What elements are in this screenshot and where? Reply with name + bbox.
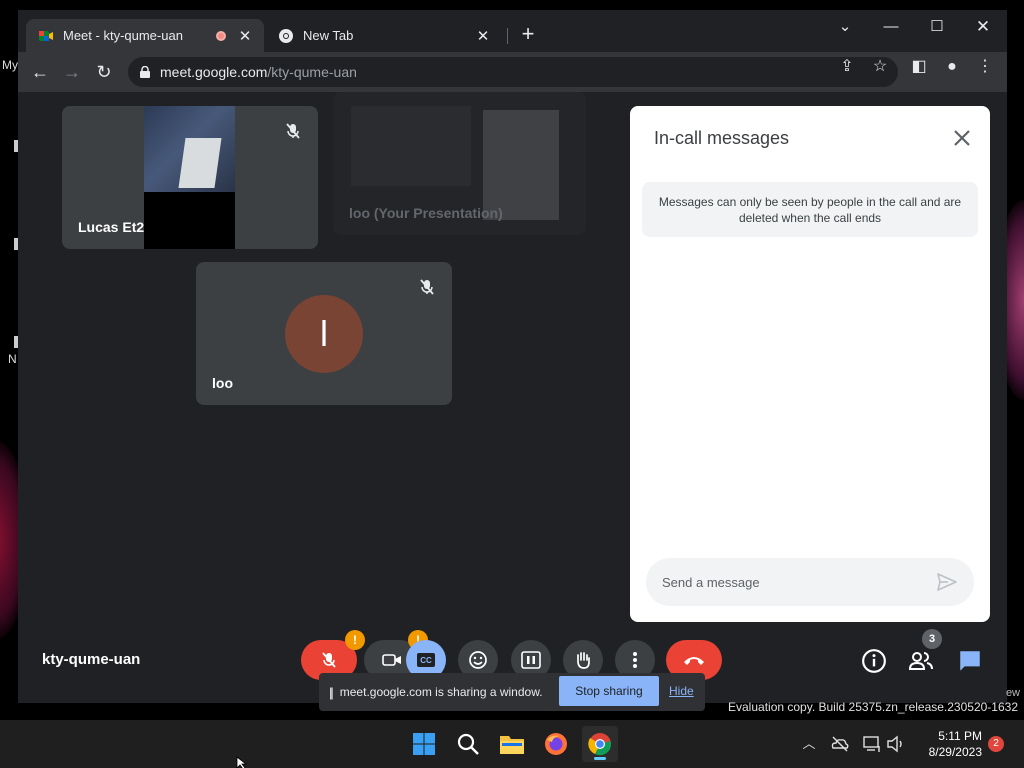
active-indicator <box>594 757 606 760</box>
minimize-button[interactable]: — <box>868 14 914 40</box>
tab-separator <box>507 28 508 44</box>
pause-icon: || <box>329 684 334 700</box>
avatar: l <box>285 295 363 373</box>
tab-title: Meet - kty-qume-uan <box>63 28 183 43</box>
evaluation-watermark: Evaluation copy. Build 25375.zn_release.… <box>728 700 1018 714</box>
reload-button[interactable]: ↻ <box>90 58 118 86</box>
participant-name: loo (Your Presentation) <box>349 205 503 221</box>
tab-strip: Meet - kty-qume-uan ✕ New Tab ✕ + ⌄ — ☐ … <box>18 10 1007 52</box>
mic-off-icon <box>322 652 336 668</box>
more-vert-icon <box>633 652 637 668</box>
menu-icon[interactable]: ⋮ <box>974 57 996 77</box>
stop-sharing-button[interactable]: Stop sharing <box>559 676 659 706</box>
close-window-button[interactable]: ✕ <box>960 14 1006 40</box>
onedrive-offline-icon[interactable] <box>830 734 850 754</box>
browser-toolbar: ← → ↻ meet.google.com/kty-qume-uan ⇪ ☆ ◧… <box>18 52 1007 92</box>
start-button[interactable] <box>406 726 442 762</box>
meet-stage: Lucas Et2 loo (Your Presentation) l loo … <box>18 92 1007 703</box>
show-hidden-icons-chevron-icon[interactable]: ︿ <box>799 734 819 754</box>
search-icon <box>457 733 479 755</box>
chrome-taskbar-button[interactable] <box>582 726 618 762</box>
emoji-icon <box>469 651 487 669</box>
taskbar: ︿ 5:11 PM 8/29/2023 2 <box>0 720 1024 768</box>
chat-icon[interactable] <box>957 648 983 674</box>
chrome-icon <box>278 28 294 44</box>
network-icon[interactable] <box>862 734 882 754</box>
meeting-code: kty-qume-uan <box>42 651 141 668</box>
sharing-notification-bar: || meet.google.com is sharing a window. … <box>319 673 705 711</box>
url-host: meet.google.com <box>160 64 268 80</box>
hang-up-icon <box>684 657 704 665</box>
maximize-button[interactable]: ☐ <box>914 14 960 40</box>
desktop-text-fragment: ew <box>1005 687 1020 699</box>
windows-logo-icon <box>413 733 435 755</box>
warning-badge: ! <box>345 630 365 650</box>
participant-name: Lucas Et2 <box>78 219 145 235</box>
tab-search-icon[interactable]: ⌄ <box>822 14 868 40</box>
desktop-icon-label[interactable]: My <box>2 58 18 72</box>
tab-title: New Tab <box>303 28 354 43</box>
sharing-message: meet.google.com is sharing a window. <box>339 685 543 699</box>
volume-icon[interactable] <box>886 734 906 754</box>
tab-meet[interactable]: Meet - kty-qume-uan ✕ <box>26 19 264 52</box>
recording-indicator-icon <box>216 30 226 41</box>
send-icon[interactable] <box>936 572 958 592</box>
close-tab-icon[interactable]: ✕ <box>476 27 490 45</box>
meeting-info-icon[interactable] <box>861 648 887 674</box>
mic-off-icon <box>420 279 434 295</box>
notification-badge[interactable]: 2 <box>988 736 1004 752</box>
hand-icon <box>577 652 590 669</box>
camera-off-icon <box>382 654 401 666</box>
participant-tile-loo[interactable]: l loo <box>196 262 452 405</box>
bookmark-star-icon[interactable]: ☆ <box>869 57 891 77</box>
desktop-icon-label[interactable]: N <box>8 352 17 366</box>
file-explorer-button[interactable] <box>494 726 530 762</box>
in-call-messages-panel: In-call messages Messages can only be se… <box>630 106 990 622</box>
participant-tile-lucas[interactable]: Lucas Et2 <box>62 106 318 249</box>
tab-new-tab[interactable]: New Tab ✕ <box>266 19 502 52</box>
search-button[interactable] <box>450 726 486 762</box>
folder-icon <box>500 736 524 754</box>
google-meet-icon <box>38 28 54 44</box>
hide-link[interactable]: Hide <box>669 684 694 698</box>
close-icon[interactable] <box>950 126 974 150</box>
firefox-icon <box>545 733 567 755</box>
url-path: /kty-qume-uan <box>267 64 357 80</box>
new-tab-button[interactable]: + <box>516 23 540 47</box>
taskbar-clock[interactable]: 5:11 PM 8/29/2023 <box>912 728 982 760</box>
side-panel-icon[interactable]: ◧ <box>908 57 930 77</box>
mouse-cursor-icon <box>236 756 248 768</box>
people-count-badge: 3 <box>922 629 942 649</box>
share-page-icon[interactable]: ⇪ <box>836 57 858 77</box>
profile-icon[interactable]: ● <box>941 57 963 77</box>
clock-date: 8/29/2023 <box>928 745 982 759</box>
present-icon <box>521 651 541 669</box>
chat-notice: Messages can only be seen by people in t… <box>642 182 978 237</box>
svg-text:CC: CC <box>420 656 432 665</box>
close-tab-icon[interactable]: ✕ <box>238 27 252 45</box>
chrome-window: Meet - kty-qume-uan ✕ New Tab ✕ + ⌄ — ☐ … <box>18 10 1007 703</box>
chrome-icon <box>588 733 611 756</box>
panel-title: In-call messages <box>654 128 790 148</box>
clock-time: 5:11 PM <box>938 729 982 743</box>
presentation-tile[interactable]: loo (Your Presentation) <box>333 92 586 235</box>
back-button[interactable]: ← <box>26 58 54 86</box>
desktop: My N Meet - kty-qume-uan ✕ New Tab ✕ + ⌄… <box>0 0 1024 768</box>
participant-name: loo <box>212 375 233 391</box>
address-bar[interactable]: meet.google.com/kty-qume-uan <box>128 57 898 87</box>
captions-icon: CC <box>417 653 435 667</box>
firefox-button[interactable] <box>538 726 574 762</box>
forward-button[interactable]: → <box>58 58 86 86</box>
people-icon[interactable] <box>908 648 934 674</box>
mic-off-icon <box>286 123 300 139</box>
message-input[interactable] <box>646 558 974 606</box>
lock-icon <box>140 66 150 78</box>
participant-video <box>144 106 235 249</box>
